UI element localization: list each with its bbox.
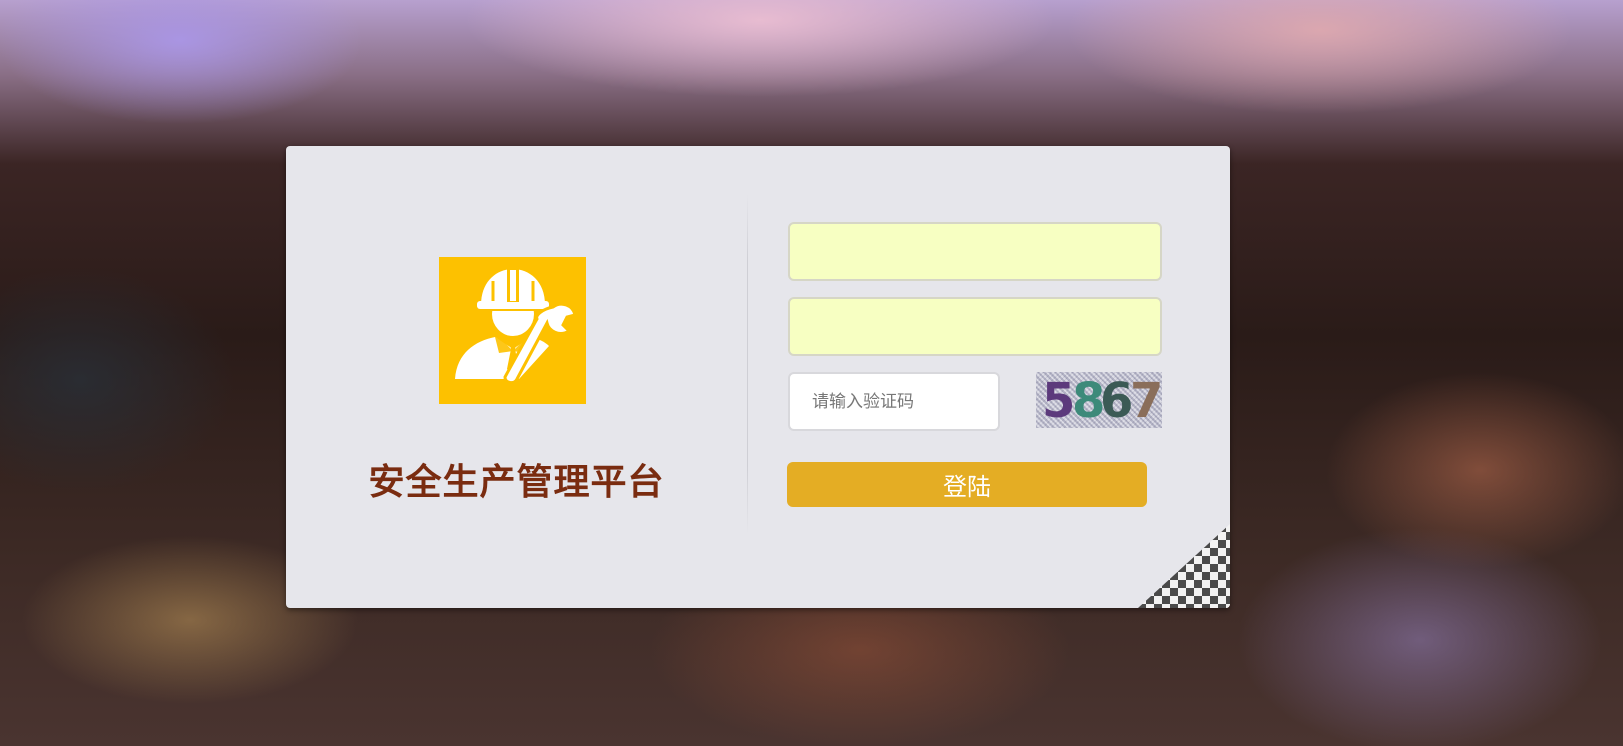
page-title: 安全生产管理平台 [368, 462, 665, 503]
worker-helmet-wrench-icon [455, 269, 577, 385]
login-card: 安全生产管理平台 5 8 6 7 登陆 [286, 146, 1230, 608]
captcha-image[interactable]: 5 8 6 7 [1036, 372, 1162, 428]
username-field[interactable] [788, 222, 1162, 281]
divider [747, 194, 748, 534]
logo [439, 257, 586, 404]
checkered-corner-decoration [1138, 524, 1230, 608]
captcha-digit: 6 [1100, 373, 1134, 428]
login-button[interactable]: 登陆 [787, 462, 1147, 507]
captcha-digit: 7 [1130, 373, 1162, 428]
captcha-input[interactable] [788, 372, 1000, 431]
captcha-digit: 5 [1042, 373, 1076, 428]
password-field[interactable] [788, 297, 1162, 356]
